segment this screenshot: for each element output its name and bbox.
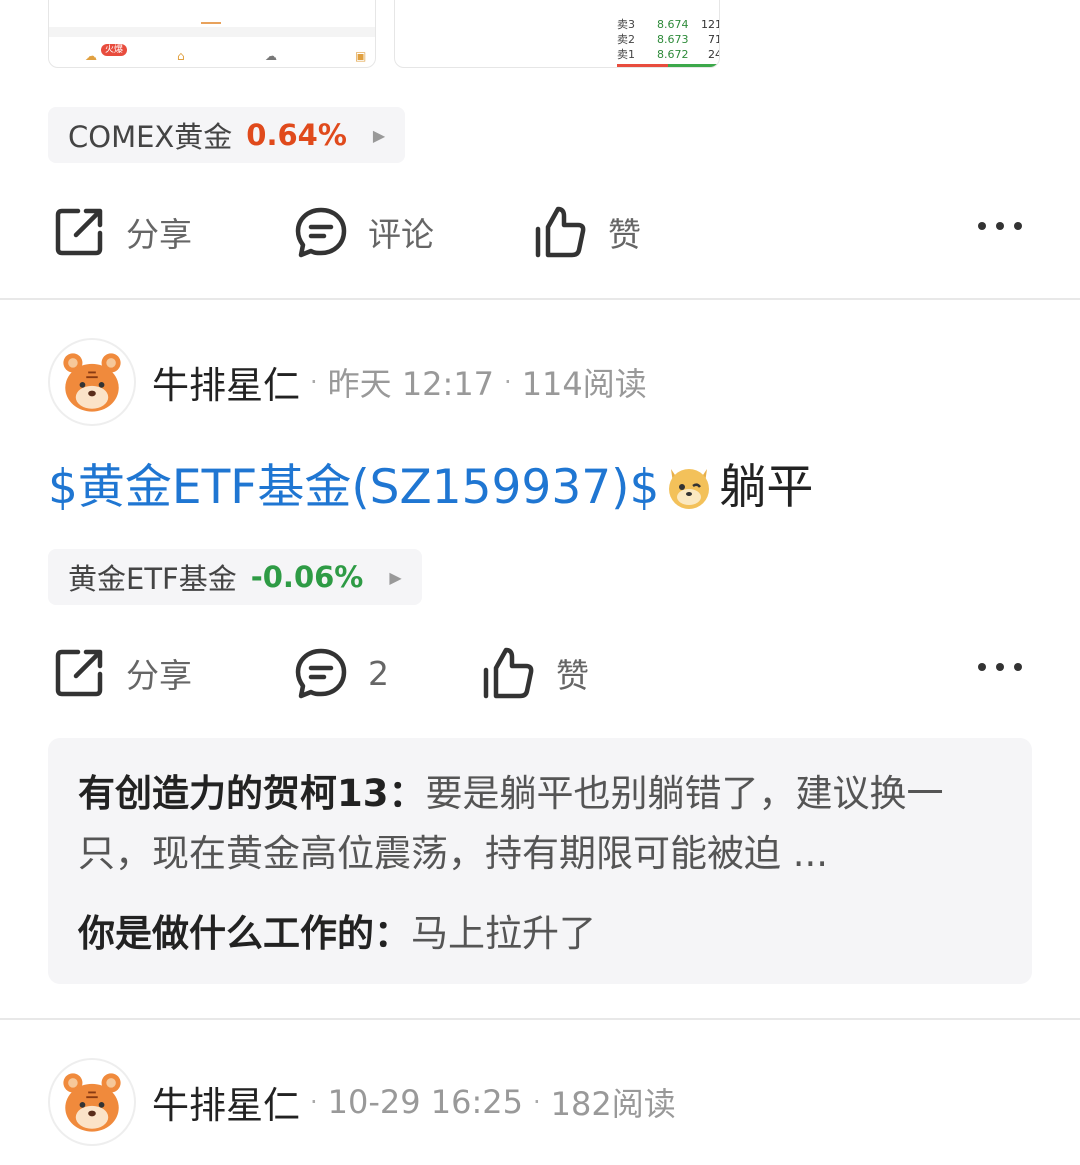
order-book-row: 卖1 8.672 245 [617,48,719,61]
share-button[interactable]: 分享 [52,643,192,703]
like-icon [535,206,586,258]
comment-icon [295,648,347,699]
comment-button[interactable]: 评论 [294,202,434,262]
post-time: 昨天 12:17 [327,365,495,403]
post-image-1[interactable]: 火爆 ☁ ⌂ ☁ ▣ [48,0,376,68]
comment-item[interactable]: 有创造力的贺柯13：要是躺平也别躺错了，建议换一只，现在黄金高位震荡，持有期限可… [78,764,1002,884]
divider [0,298,1080,300]
doge-emoji [663,459,715,511]
comment-button[interactable]: 2 [294,643,389,703]
cloud-icon: ☁ [85,49,97,63]
like-label: 赞 [608,215,641,254]
stock-tag-gold-etf[interactable]: 黄金ETF基金 -0.06% ▶ [48,549,422,605]
comments-preview[interactable]: 有创造力的贺柯13：要是躺平也别躺错了，建议换一只，现在黄金高位震荡，持有期限可… [48,738,1032,984]
stock-tag-change: 0.64% [246,118,347,152]
post-header: 牛排星仁 · 昨天 12:17 · 114阅读 [48,337,647,427]
hot-badge: 火爆 [101,44,128,56]
comment-user[interactable]: 你是做什么工作的： [78,912,411,955]
like-button[interactable]: 赞 [482,643,589,703]
app-icon: ▣ [355,49,367,63]
post-text: 躺平 [719,460,814,515]
post-time: 10-29 16:25 [327,1083,524,1121]
stock-link[interactable]: $黄金ETF基金(SZ159937)$ [48,460,659,515]
like-icon [483,647,534,699]
like-label: 赞 [556,656,589,695]
comment-item[interactable]: 你是做什么工作的：马上拉升了 [78,904,1002,964]
post-content: $黄金ETF基金(SZ159937)$ 躺平 [48,458,813,518]
post-header: 牛排星仁 · 10-29 16:25 · 182阅读 [48,1057,676,1147]
share-icon [55,208,103,256]
read-count: 182阅读 [550,1085,676,1123]
author-name[interactable]: 牛排星仁 [152,1075,300,1129]
share-label: 分享 [126,656,192,695]
divider [0,1018,1080,1020]
like-button[interactable]: 赞 [534,202,641,262]
order-book-row: 卖3 8.674 1214 [617,18,719,31]
bell-icon: ⌂ [177,49,185,63]
author-name[interactable]: 牛排星仁 [152,355,300,409]
more-icon[interactable] [978,222,1022,230]
comment-icon [295,207,347,258]
share-label: 分享 [126,215,192,254]
comment-user[interactable]: 有创造力的贺柯13： [78,772,426,815]
order-book: 卖3 8.674 1214 卖2 8.673 712 卖1 8.672 245 [617,17,719,62]
comment-label: 评论 [368,215,434,254]
comment-count: 2 [368,653,389,693]
post-actions: 分享 评论 赞 [52,202,1032,262]
stock-tag-comex[interactable]: COMEX黄金 0.64% ▶ [48,107,406,163]
stock-tag-name: COMEX黄金 [68,120,233,154]
weather-icon: ☁ [265,49,277,63]
share-button[interactable]: 分享 [52,202,192,262]
tiger-avatar[interactable] [48,1058,136,1146]
comment-text: 马上拉升了 [411,912,596,955]
post-image-2[interactable]: 卖3 8.674 1214 卖2 8.673 712 卖1 8.672 245 [394,0,720,68]
stock-tag-change: -0.06% [250,560,364,594]
order-book-row: 卖2 8.673 712 [617,33,719,46]
arrow-right-icon: ▶ [372,125,386,145]
share-icon [55,649,103,697]
stock-tag-name: 黄金ETF基金 [68,562,237,596]
tiger-avatar[interactable] [48,338,136,426]
read-count: 114阅读 [521,365,647,403]
post-actions: 分享 2 赞 [52,643,1032,703]
more-icon[interactable] [978,663,1022,671]
arrow-right-icon: ▶ [389,567,402,587]
